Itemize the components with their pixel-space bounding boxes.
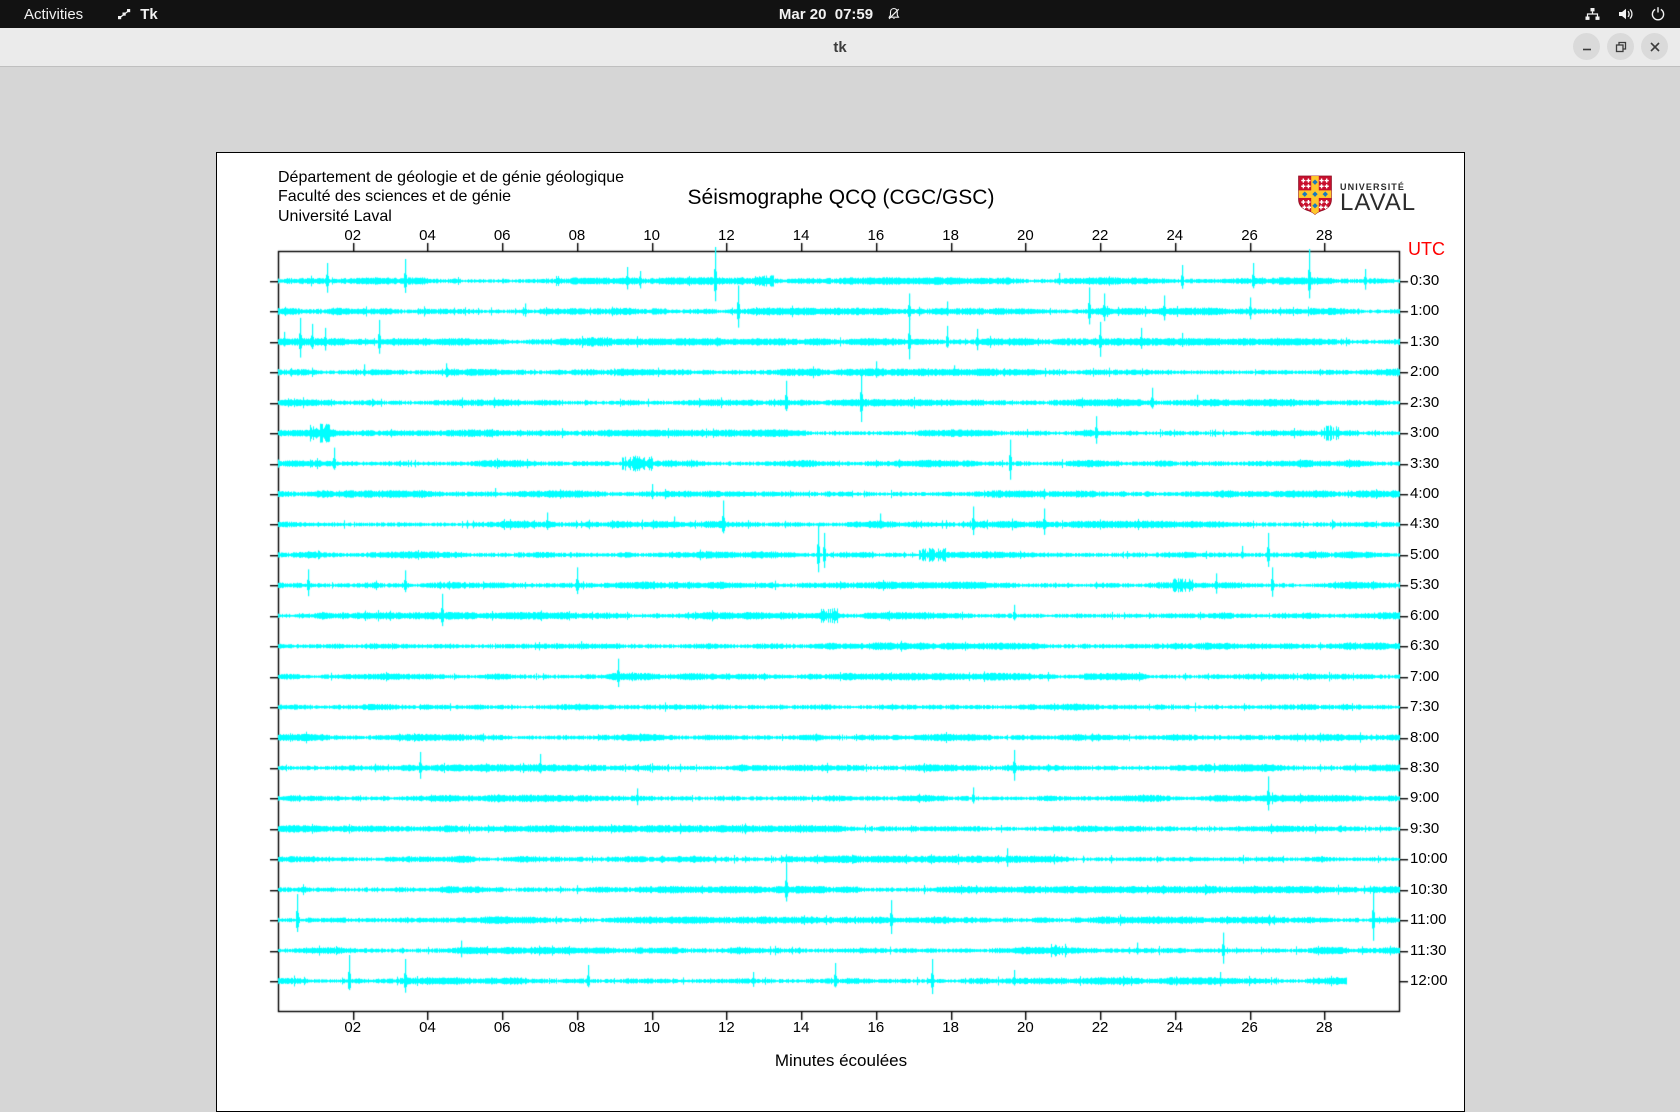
- x-tick-label: 02: [335, 227, 371, 244]
- maximize-button[interactable]: [1607, 33, 1634, 60]
- window-titlebar[interactable]: tk: [0, 28, 1680, 67]
- chart-title: Séismographe QCQ (CGC/GSC): [621, 186, 1061, 210]
- utc-time-label: 5:00: [1410, 546, 1439, 563]
- utc-time-label: 8:00: [1410, 729, 1439, 746]
- app-indicator-label: Tk: [140, 6, 158, 23]
- x-tick-label: 02: [335, 1019, 371, 1036]
- notifications-disabled-icon: [887, 7, 901, 21]
- utc-time-label: 7:00: [1410, 668, 1439, 685]
- x-tick-label: 16: [858, 227, 894, 244]
- utc-time-label: 6:30: [1410, 637, 1439, 654]
- x-tick-label: 08: [559, 1019, 595, 1036]
- x-tick-label: 16: [858, 1019, 894, 1036]
- seismograph-panel: Département de géologie et de génie géol…: [216, 152, 1465, 1112]
- logo-text-laval: LAVAL: [1340, 192, 1416, 214]
- utc-time-label: 11:00: [1410, 911, 1446, 928]
- utc-time-label: 4:00: [1410, 485, 1439, 502]
- x-tick-label: 12: [708, 1019, 744, 1036]
- volume-icon[interactable]: [1617, 6, 1634, 22]
- minimize-button[interactable]: [1573, 33, 1600, 60]
- utc-axis-title: UTC: [1408, 239, 1445, 260]
- network-icon[interactable]: [1584, 6, 1601, 22]
- clock-button[interactable]: Mar 20 07:59: [779, 6, 901, 23]
- tk-app-icon: [117, 7, 132, 22]
- x-tick-label: 18: [933, 227, 969, 244]
- x-tick-label: 10: [634, 227, 670, 244]
- x-tick-label: 06: [484, 227, 520, 244]
- x-tick-label: 20: [1007, 1019, 1043, 1036]
- x-tick-label: 10: [634, 1019, 670, 1036]
- utc-time-label: 2:00: [1410, 363, 1439, 380]
- clock-label: Mar 20 07:59: [779, 6, 873, 23]
- utc-time-label: 3:30: [1410, 455, 1439, 472]
- x-tick-label: 22: [1082, 1019, 1118, 1036]
- utc-time-label: 9:30: [1410, 820, 1439, 837]
- utc-time-label: 5:30: [1410, 576, 1439, 593]
- address-line: Département de géologie et de génie géol…: [278, 168, 624, 187]
- utc-time-label: 11:30: [1410, 942, 1446, 959]
- utc-time-label: 6:00: [1410, 607, 1439, 624]
- institution-address: Département de géologie et de génie géol…: [278, 168, 624, 226]
- x-tick-label: 08: [559, 227, 595, 244]
- close-button[interactable]: [1641, 33, 1668, 60]
- utc-time-label: 8:30: [1410, 759, 1439, 776]
- tk-window-background: Département de géologie et de génie géol…: [0, 67, 1680, 1050]
- x-tick-label: 12: [708, 227, 744, 244]
- utc-time-label: 12:00: [1410, 972, 1448, 989]
- utc-time-label: 1:00: [1410, 302, 1439, 319]
- address-line: Faculté des sciences et de génie: [278, 187, 624, 206]
- utc-time-label: 10:00: [1410, 850, 1448, 867]
- x-tick-label: 26: [1232, 1019, 1268, 1036]
- x-axis-title: Minutes écoulées: [721, 1051, 961, 1071]
- helicorder-plot: [259, 233, 1421, 1026]
- x-tick-label: 24: [1157, 1019, 1193, 1036]
- x-tick-label: 18: [933, 1019, 969, 1036]
- x-tick-label: 14: [783, 227, 819, 244]
- utc-time-label: 7:30: [1410, 698, 1439, 715]
- app-indicator[interactable]: Tk: [117, 6, 158, 23]
- utc-time-label: 9:00: [1410, 789, 1439, 806]
- x-tick-label: 24: [1157, 227, 1193, 244]
- x-tick-label: 04: [409, 227, 445, 244]
- x-tick-label: 28: [1306, 1019, 1342, 1036]
- utc-time-label: 1:30: [1410, 333, 1439, 350]
- x-tick-label: 06: [484, 1019, 520, 1036]
- activities-button[interactable]: Activities: [24, 6, 83, 23]
- utc-time-label: 0:30: [1410, 272, 1439, 289]
- power-icon[interactable]: [1650, 6, 1666, 22]
- address-line: Université Laval: [278, 207, 624, 226]
- utc-time-label: 3:00: [1410, 424, 1439, 441]
- laval-shield-icon: [1297, 175, 1333, 221]
- x-tick-label: 26: [1232, 227, 1268, 244]
- utc-time-label: 4:30: [1410, 515, 1439, 532]
- x-tick-label: 04: [409, 1019, 445, 1036]
- x-tick-label: 28: [1306, 227, 1342, 244]
- universite-laval-logo: UNIVERSITÉ LAVAL: [1297, 175, 1416, 221]
- window-title: tk: [833, 39, 846, 56]
- utc-time-label: 10:30: [1410, 881, 1448, 898]
- utc-time-label: 2:30: [1410, 394, 1439, 411]
- x-tick-label: 20: [1007, 227, 1043, 244]
- x-tick-label: 14: [783, 1019, 819, 1036]
- x-tick-label: 22: [1082, 227, 1118, 244]
- gnome-top-bar: Activities Tk Mar 20 07:59: [0, 0, 1680, 28]
